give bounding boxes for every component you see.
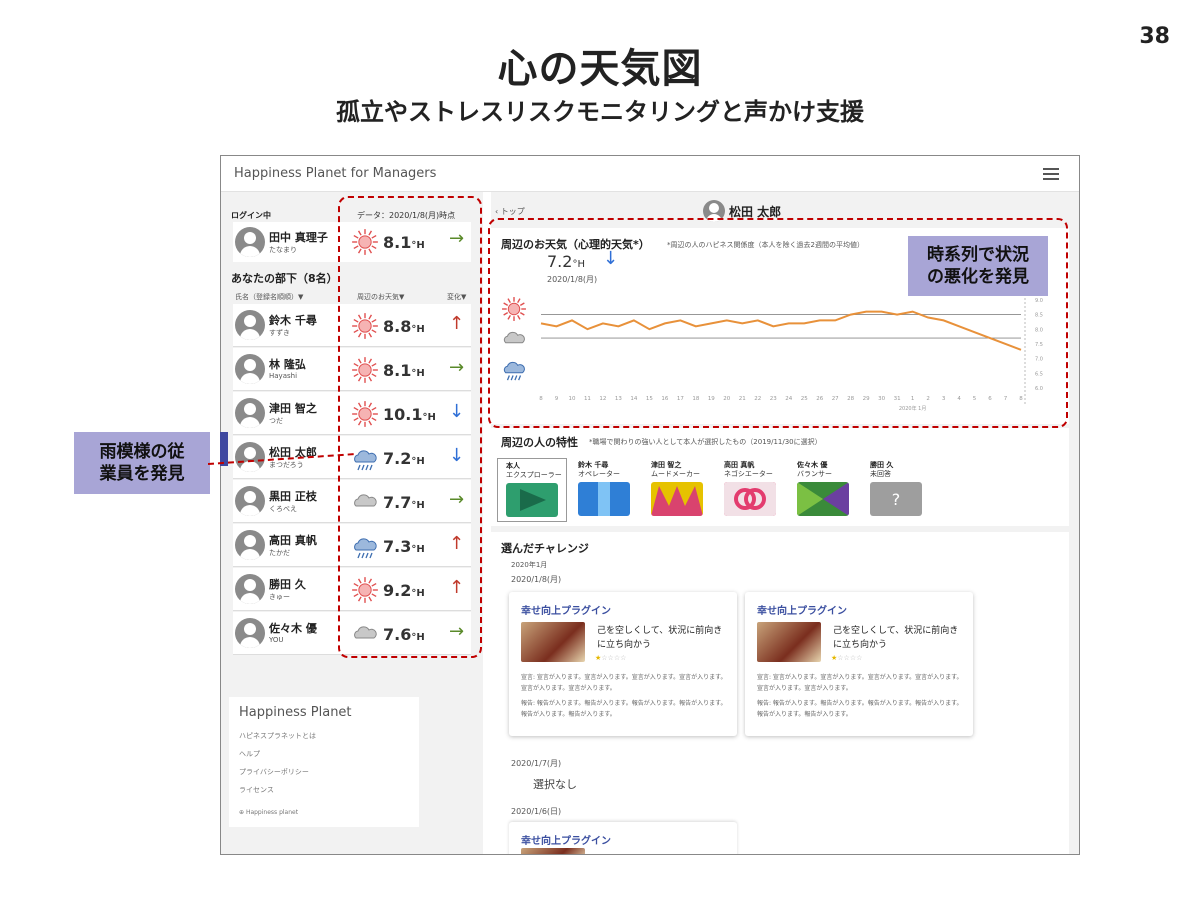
avatar bbox=[235, 354, 265, 384]
trait-play-icon bbox=[506, 483, 558, 517]
avatar bbox=[235, 310, 265, 340]
slide-subtitle: 孤立やストレスリスクモニタリングと声かけ支援 bbox=[336, 98, 864, 126]
app-header: Happiness Planet for Managers bbox=[221, 156, 1079, 192]
login-user-name: 田中 真理子 bbox=[269, 231, 328, 244]
card-report: 報告: 報告が入ります。報告が入ります。報告が入ります。報告が入ります。報告が入… bbox=[521, 700, 727, 718]
card-image bbox=[521, 622, 585, 662]
avatar bbox=[235, 618, 265, 648]
challenge-card[interactable]: 幸せ向上プラグイン 己を空しくして、状況に前向きに立ち向かう ★☆☆☆☆ 宣言:… bbox=[745, 592, 973, 736]
challenge-card[interactable]: 幸せ向上プラグイン bbox=[509, 822, 737, 854]
trait-type: ムードメーカー bbox=[651, 470, 700, 478]
member-kana: つだ bbox=[269, 417, 283, 425]
trait-type: 未回答 bbox=[870, 470, 891, 478]
trait-type: バランサー bbox=[797, 470, 832, 478]
annotation-line: 雨模様の従 bbox=[99, 442, 185, 462]
trait-zigzag-icon bbox=[651, 482, 703, 516]
trait-unknown-icon: ? bbox=[870, 482, 922, 516]
member-kana: きゅー bbox=[269, 593, 290, 601]
none-selected-text: 選択なし bbox=[533, 778, 577, 791]
hp-footer: ⊕ Happiness planet bbox=[239, 809, 299, 816]
annotation-connector bbox=[208, 453, 357, 465]
member-kana: すずき bbox=[269, 329, 290, 337]
avatar bbox=[235, 574, 265, 604]
trait-item[interactable]: 勝田 久 未回答 ? bbox=[862, 458, 932, 522]
card-declaration: 宣言: 宣言が入ります。宣言が入ります。宣言が入ります。宣言が入ります。宣言が入… bbox=[521, 674, 727, 692]
star-rating[interactable]: ★☆☆☆☆ bbox=[831, 654, 862, 662]
login-user-kana: たなまり bbox=[269, 246, 297, 254]
back-link[interactable]: ‹ トップ bbox=[495, 206, 525, 217]
member-kana: たかだ bbox=[269, 549, 290, 557]
member-name: 勝田 久 bbox=[269, 578, 306, 591]
col-head-name[interactable]: 氏名（登録名順順）▼ bbox=[235, 292, 303, 302]
avatar bbox=[235, 227, 265, 257]
card-title: 幸せ向上プラグイン bbox=[521, 606, 611, 617]
star-rating[interactable]: ★☆☆☆☆ bbox=[595, 654, 626, 662]
card-title: 幸せ向上プラグイン bbox=[757, 606, 847, 617]
hp-link[interactable]: プライバシーポリシー bbox=[239, 767, 309, 777]
traits-panel-note: *職場で関わりの強い人として本人が選択したもの（2019/11/30に選択） bbox=[589, 438, 822, 446]
member-name: 高田 真帆 bbox=[269, 534, 317, 547]
svg-text:?: ? bbox=[892, 490, 901, 509]
trait-type: エクスプローラー bbox=[506, 471, 562, 479]
card-text: 己を空しくして、状況に前向きに立ち向かう bbox=[833, 626, 959, 650]
trait-item[interactable]: 高田 真帆 ネゴシエーター bbox=[716, 458, 786, 522]
member-kana: Hayashi bbox=[269, 372, 298, 380]
traits-panel-title: 周辺の人の特性 bbox=[501, 436, 578, 449]
challenge-panel-title: 選んだチャレンジ bbox=[501, 542, 589, 555]
card-image bbox=[757, 622, 821, 662]
team-title: あなたの部下（8名） bbox=[231, 272, 338, 285]
challenge-panel: 選んだチャレンジ 2020年1月 2020/1/8(月) 幸せ向上プラグイン 己… bbox=[491, 532, 1069, 854]
member-kana: くろべえ bbox=[269, 505, 297, 513]
card-text: 己を空しくして、状況に前向きに立ち向かう bbox=[597, 626, 723, 650]
trait-item[interactable]: 津田 智之 ムードメーカー bbox=[643, 458, 713, 522]
login-label: ログイン中 bbox=[231, 211, 271, 220]
weather-column-highlight bbox=[338, 196, 482, 658]
member-name: 津田 智之 bbox=[269, 402, 317, 415]
avatar bbox=[235, 530, 265, 560]
trait-type: ネゴシエーター bbox=[724, 470, 773, 478]
trait-bowtie-icon bbox=[797, 482, 849, 516]
trait-item[interactable]: 本人 エクスプローラー bbox=[497, 458, 567, 522]
member-name: 鈴木 千尋 bbox=[269, 314, 317, 327]
member-name: 佐々木 優 bbox=[269, 622, 317, 635]
member-name: 林 隆弘 bbox=[269, 358, 306, 371]
card-declaration: 宣言: 宣言が入ります。宣言が入ります。宣言が入ります。宣言が入ります。宣言が入… bbox=[757, 674, 963, 692]
traits-panel: 周辺の人の特性 *職場で関わりの強い人として本人が選択したもの（2019/11/… bbox=[491, 428, 1069, 526]
challenge-date: 2020/1/6(日) bbox=[511, 807, 562, 816]
trait-type: オペレーター bbox=[578, 470, 620, 478]
happiness-planet-box: Happiness Planet ハピネスプラネットとは ヘルプ プライバシーポ… bbox=[229, 697, 419, 827]
trait-item[interactable]: 鈴木 千尋 オペレーター bbox=[570, 458, 640, 522]
trait-rings-icon bbox=[724, 482, 776, 516]
slide-title: 心の天気図 bbox=[497, 46, 703, 92]
trait-item[interactable]: 佐々木 優 バランサー bbox=[789, 458, 859, 522]
member-name: 黒田 正枝 bbox=[269, 490, 317, 503]
hp-link[interactable]: ヘルプ bbox=[239, 749, 260, 759]
card-report: 報告: 報告が入ります。報告が入ります。報告が入ります。報告が入ります。報告が入… bbox=[757, 700, 963, 718]
app-title: Happiness Planet for Managers bbox=[234, 166, 437, 181]
annotation-line: 時系列で状況 bbox=[927, 245, 1029, 265]
challenge-month: 2020年1月 bbox=[511, 561, 548, 569]
trait-bars-icon bbox=[578, 482, 630, 516]
card-title: 幸せ向上プラグイン bbox=[521, 836, 611, 847]
card-image bbox=[521, 848, 585, 854]
annotation-rainy-employee: 雨模様の従 業員を発見 bbox=[74, 432, 210, 494]
hamburger-menu-icon[interactable] bbox=[1043, 168, 1059, 180]
challenge-date: 2020/1/8(月) bbox=[511, 575, 562, 584]
member-kana: YOU bbox=[269, 636, 284, 644]
challenge-card[interactable]: 幸せ向上プラグイン 己を空しくして、状況に前向きに立ち向かう ★☆☆☆☆ 宣言:… bbox=[509, 592, 737, 736]
annotation-line: の悪化を発見 bbox=[927, 267, 1029, 287]
challenge-date: 2020/1/7(月) bbox=[511, 759, 562, 768]
hp-link[interactable]: ライセンス bbox=[239, 785, 274, 795]
hp-title: Happiness Planet bbox=[239, 705, 352, 720]
annotation-timeseries: 時系列で状況 の悪化を発見 bbox=[908, 236, 1048, 296]
avatar bbox=[235, 486, 265, 516]
annotation-line: 業員を発見 bbox=[99, 464, 185, 484]
avatar bbox=[235, 398, 265, 428]
hp-link[interactable]: ハピネスプラネットとは bbox=[239, 731, 316, 741]
